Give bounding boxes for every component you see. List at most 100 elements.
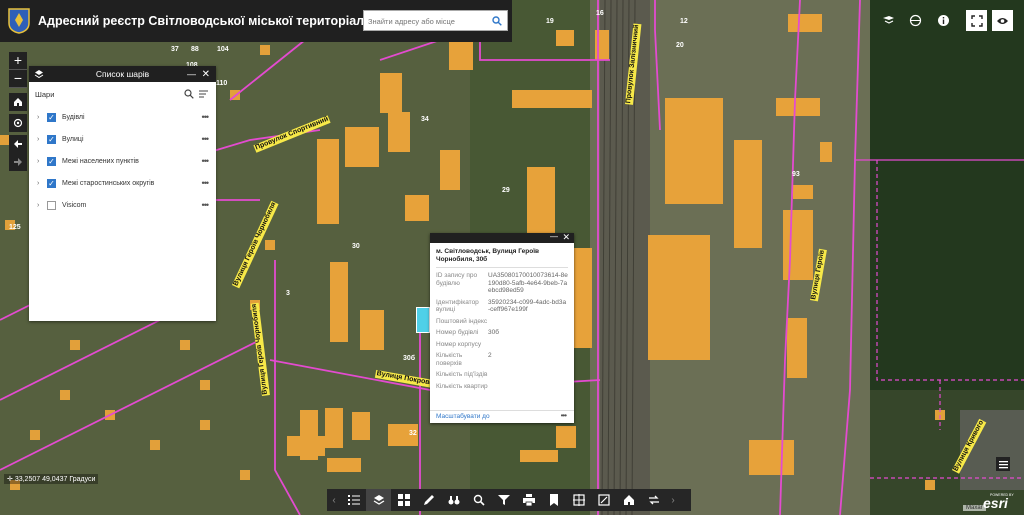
house-number: 32 [409,430,417,437]
layer-visibility-checkbox[interactable] [47,200,56,210]
layers-icon [373,495,384,505]
swap-arrows-icon [648,495,659,505]
bottom-toolbar: ‹ › [327,489,691,511]
house-number: 37 [171,46,179,53]
layer-item-buildings[interactable]: › ✓ Будівлі ••• [29,106,216,128]
coordinate-value: 33,2507 49,0437 Градуси [14,476,96,483]
popup-attribute-row: Кількість квартир [436,382,488,390]
popup-title: м. Світловодськ, Вулиця Героїв Чорнобиля… [436,248,540,263]
layer-label: Будівлі [62,113,85,121]
home-tool-button[interactable] [616,489,641,511]
house-number: 93 [792,171,800,178]
expand-chevron-icon[interactable]: › [37,180,47,187]
fullscreen-button[interactable] [966,10,987,31]
layer-label: Межі старостинських округів [62,179,155,187]
popup-options-button[interactable]: ••• [561,411,567,420]
query-tool-button[interactable] [466,489,491,511]
legend-toggle-button[interactable] [996,457,1010,471]
layer-options-button[interactable]: ••• [202,112,210,122]
zoom-control: + − [9,52,27,88]
layer-visibility-checkbox[interactable]: ✓ [47,156,56,166]
eye-icon [997,17,1008,24]
layer-options-button[interactable]: ••• [202,156,210,166]
layer-item-settlement-boundaries[interactable]: › ✓ Межі населених пунктів ••• [29,150,216,172]
expand-chevron-icon[interactable]: › [37,136,47,143]
crosshair-icon: ✛ [7,476,13,483]
home-button[interactable] [9,93,27,111]
search-button[interactable] [487,11,507,30]
layer-options-button[interactable]: ••• [202,134,210,144]
layer-panel-header: Список шарів — ✕ [29,66,216,82]
house-number: 88 [191,46,199,53]
expand-chevron-icon[interactable]: › [37,114,47,121]
address-search[interactable] [363,10,508,31]
popup-attribute-row: ID запису про будівлю UA35080170010073614… [436,272,568,294]
city-coat-of-arms-icon [8,8,30,34]
layer-visibility-checkbox[interactable]: ✓ [47,178,56,188]
draw-tool-button[interactable] [416,489,441,511]
layer-label: Visicom [62,201,87,209]
layer-visibility-checkbox[interactable]: ✓ [47,134,56,144]
print-tool-button[interactable] [516,489,541,511]
layer-options-button[interactable]: ••• [202,200,210,210]
expand-chevron-icon[interactable]: › [37,158,47,165]
popup-minimize-button[interactable]: — [550,232,558,241]
popup-close-button[interactable]: ✕ [562,232,570,243]
zoom-out-button[interactable]: − [9,70,27,88]
house-number: 29 [502,187,510,194]
bookmark-tool-button[interactable] [541,489,566,511]
measure-icon [597,494,610,506]
house-number: 20 [676,42,684,49]
house-number: 30 [352,243,360,250]
locate-icon [13,118,23,128]
selected-building-highlight[interactable] [416,307,430,333]
locate-button[interactable] [9,114,27,132]
feature-popup: — ✕ м. Світловодськ, Вулиця Героїв Чорно… [430,232,574,423]
pencil-icon [423,495,434,505]
home-icon [14,98,22,106]
bookmark-icon [549,494,558,506]
about-button[interactable] [933,10,954,31]
toolbar-scroll-left[interactable]: ‹ [327,489,341,511]
search-icon[interactable] [184,89,194,99]
directions-tool-button[interactable] [641,489,666,511]
basemap-tool-button[interactable] [391,489,416,511]
layer-item-starosta-districts[interactable]: › ✓ Межі старостинських округів ••• [29,172,216,194]
layer-visibility-checkbox[interactable]: ✓ [47,112,56,122]
layer-swipe-button[interactable] [905,10,926,31]
print-icon [522,494,535,506]
next-extent-button[interactable] [9,153,27,171]
attribution-text[interactable]: Maxar [963,505,986,511]
esri-logo[interactable]: esri [983,495,1008,511]
coordinate-tool-button[interactable] [566,489,591,511]
layer-list-panel: Список шарів — ✕ Шари › ✓ Будівлі ••• › … [29,66,216,321]
legend-tool-button[interactable] [341,489,366,511]
house-number: 104 [217,46,229,53]
zoom-to-link[interactable]: Масштабувати до [436,413,490,420]
coordinate-readout: ✛ 33,2507 49,0437 Градуси [4,474,99,484]
layer-item-streets[interactable]: › ✓ Вулиці ••• [29,128,216,150]
search-icon [492,15,502,26]
filter-tool-button[interactable] [491,489,516,511]
house-number: 30б [403,355,416,362]
close-button[interactable]: ✕ [202,69,210,80]
toolbar-scroll-right[interactable]: › [666,489,680,511]
layer-item-visicom[interactable]: › Visicom ••• [29,194,216,216]
basemap-gallery-button[interactable] [878,10,899,31]
analysis-tool-button[interactable] [441,489,466,511]
layer-options-button[interactable]: ••• [202,178,210,188]
minimize-button[interactable]: — [187,69,196,79]
popup-attribute-row: Кількість під'їздів [436,371,488,378]
visibility-button[interactable] [992,10,1013,31]
expand-chevron-icon[interactable]: › [37,202,47,209]
measure-tool-button[interactable] [591,489,616,511]
filter-list-icon[interactable] [198,89,209,99]
layers-tool-button[interactable] [366,489,391,511]
house-number: 12 [680,18,688,25]
zoom-in-button[interactable]: + [9,52,27,70]
info-icon [938,15,949,26]
crosshair-icon [572,494,585,506]
search-input[interactable] [368,13,488,30]
popup-attribute-row: Кількість поверхів 2 [436,352,492,367]
previous-extent-button[interactable] [9,135,27,153]
